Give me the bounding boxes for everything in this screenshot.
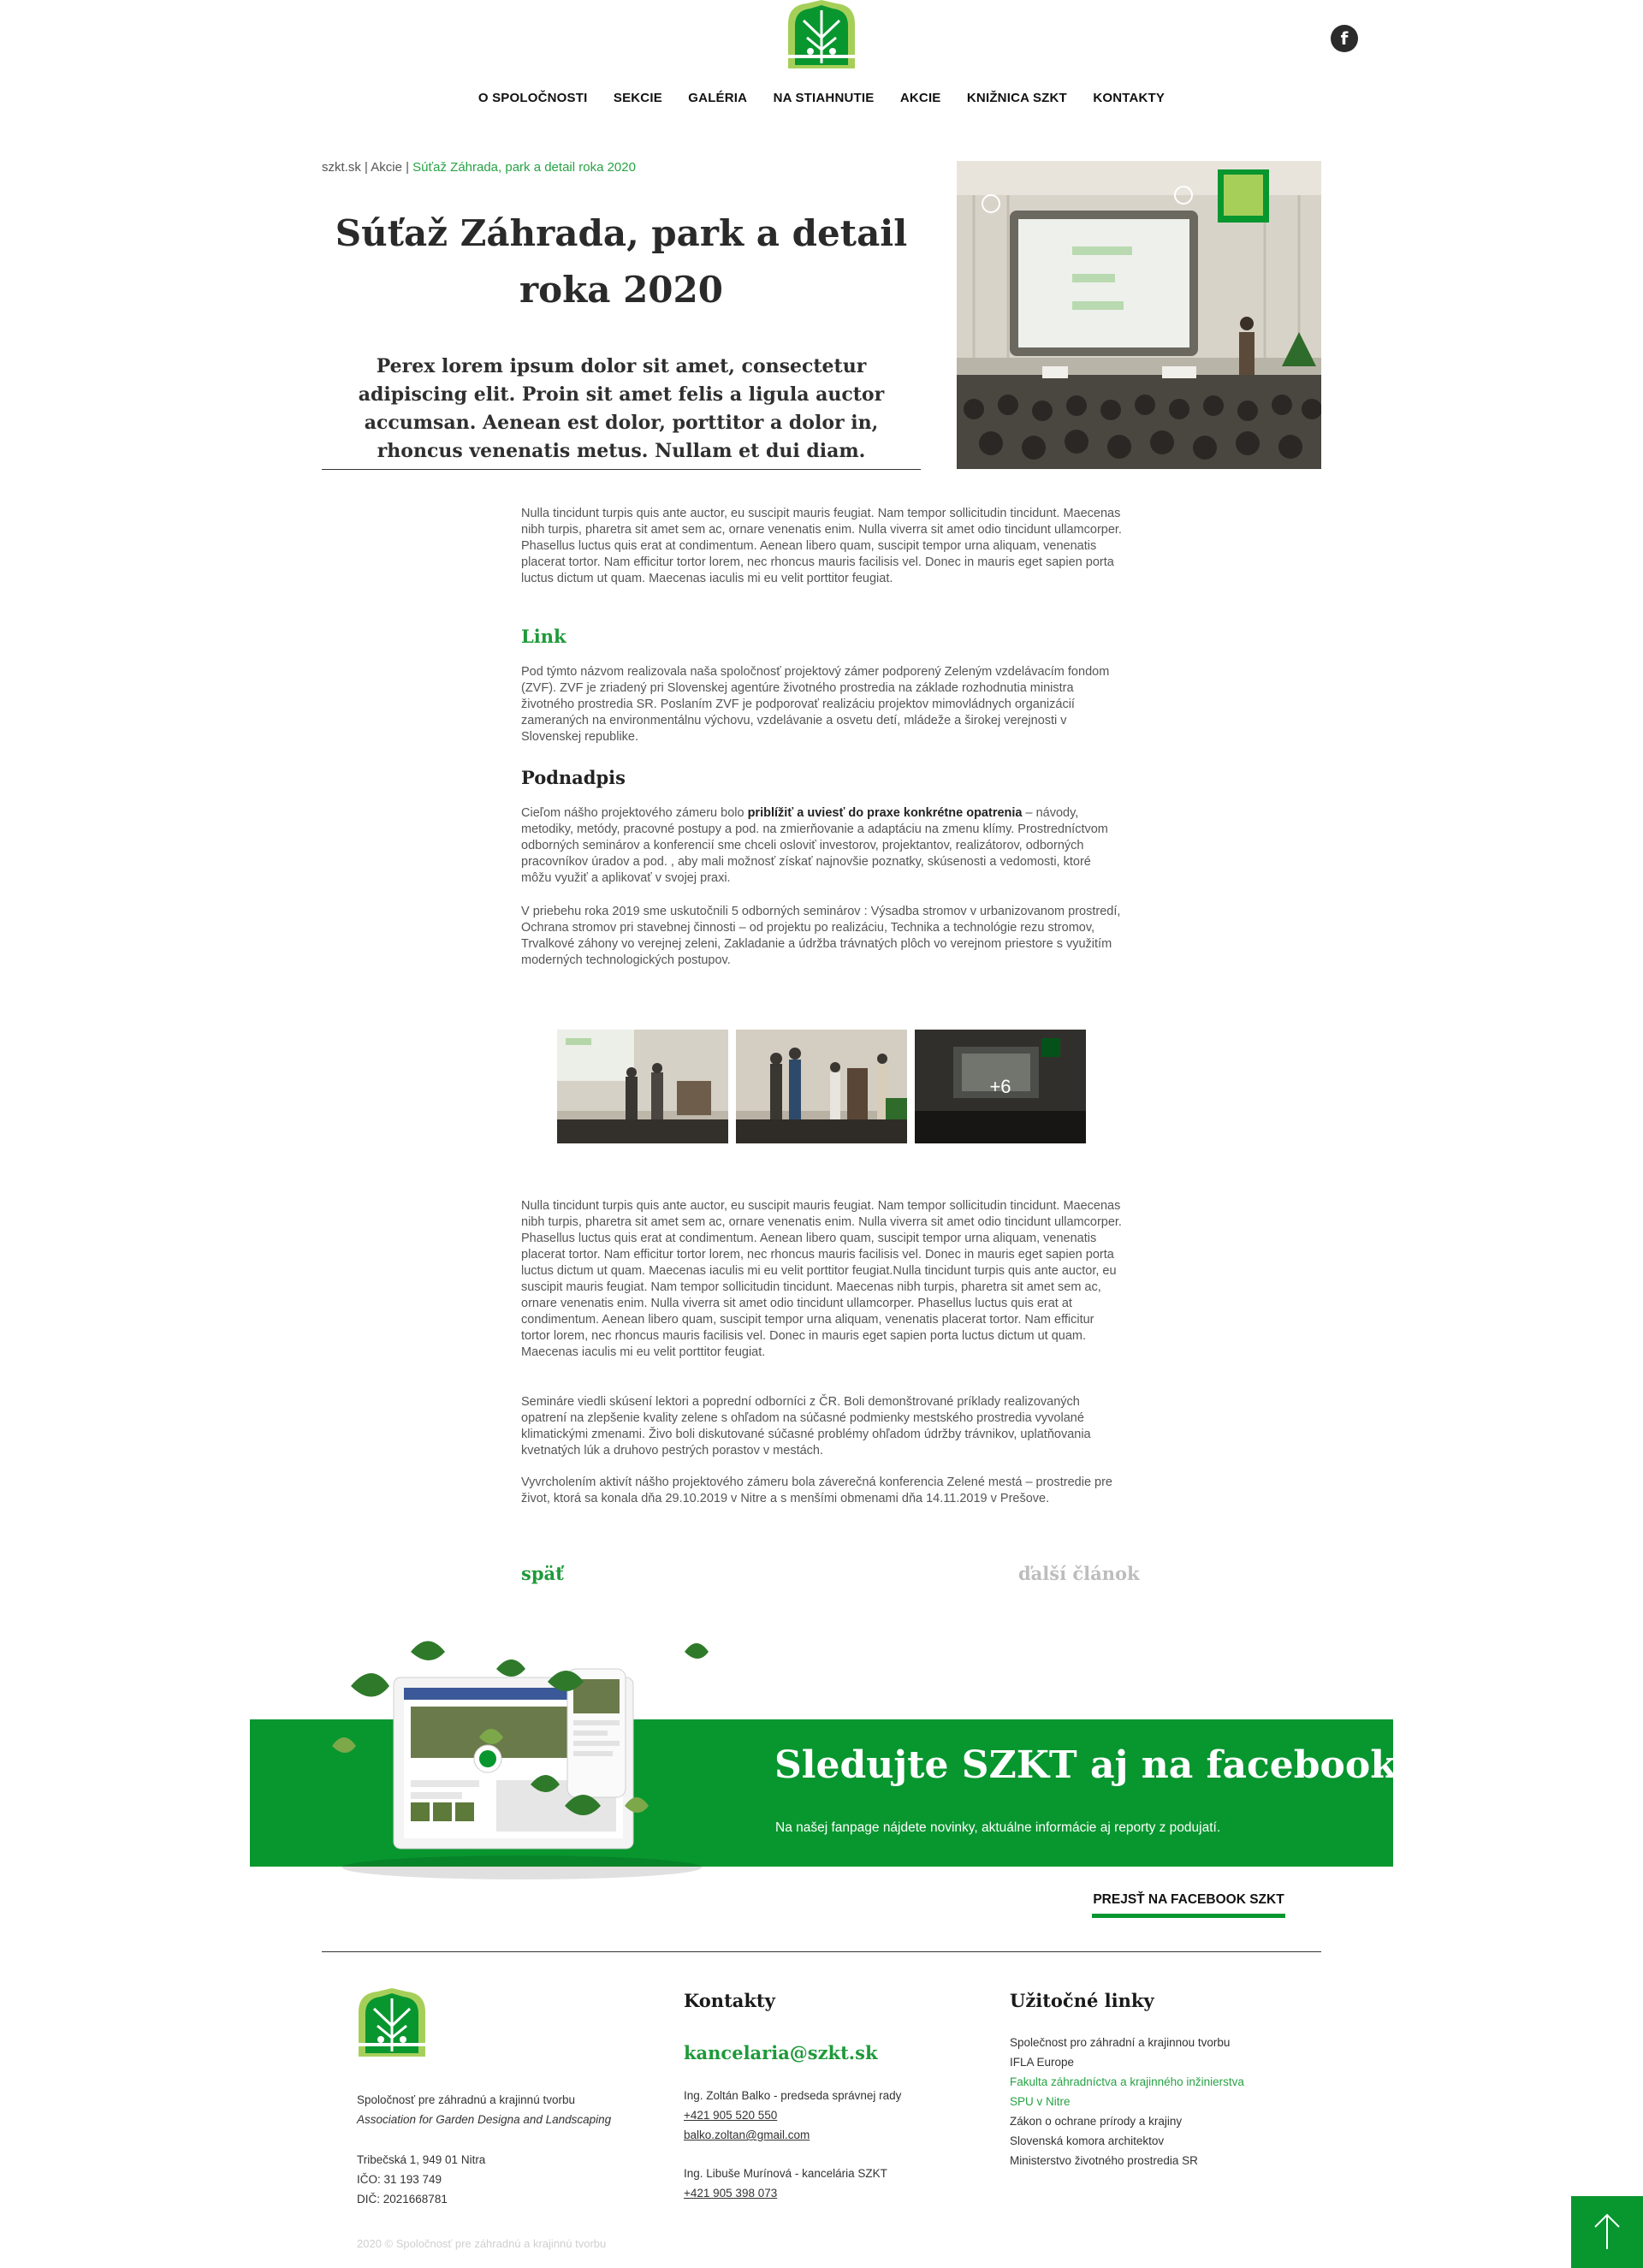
article-perex: Perex lorem ipsum dolor sit amet, consec…	[358, 355, 885, 462]
paragraph-text: Cieľom nášho projektového zámeru bolo	[521, 806, 748, 820]
footer-link[interactable]: Společnost pro záhradní a krajinnou tvor…	[1010, 2033, 1244, 2052]
divider	[322, 469, 921, 470]
copyright: 2020 © Spoločnosť pre záhradnú a krajinn…	[357, 2237, 607, 2250]
contact-name: Ing. Libuše Murínová - kancelária SZKT	[684, 2167, 887, 2180]
article-paragraph: Pod týmto názvom realizovala naša spoloč…	[521, 665, 1110, 744]
contact-name: Ing. Zoltán Balko - predseda správnej ra…	[684, 2089, 902, 2102]
divider	[322, 1951, 1321, 1952]
arrow-up-icon	[1594, 2213, 1620, 2249]
breadcrumb-separator: |	[360, 160, 371, 175]
article-link-heading[interactable]: Link	[521, 626, 566, 647]
hero-image	[957, 161, 1321, 469]
nav-item-galeria[interactable]: GALÉRIA	[688, 91, 747, 105]
footer-link[interactable]: Fakulta záhradníctva a krajinného inžini…	[1010, 2072, 1244, 2092]
address-line: Tribečská 1, 949 01 Nitra	[357, 2153, 486, 2166]
footer-links-list: Společnost pro záhradní a krajinnou tvor…	[1010, 2033, 1244, 2170]
nav-item-na-stiahnutie[interactable]: NA STIAHNUTIE	[774, 91, 875, 105]
company-name-en: Association for Garden Designa and Lands…	[357, 2113, 612, 2126]
page-title-line1: Súťaž Záhrada, park a detail	[335, 212, 908, 254]
ico-line: IČO: 31 193 749	[357, 2173, 442, 2186]
page-title: Súťaž Záhrada, park a detail roka 2020	[322, 205, 921, 318]
contact-phone-link[interactable]: +421 905 398 073	[684, 2183, 887, 2203]
nav-item-o-spolocnosti[interactable]: O SPOLOČNOSTI	[478, 91, 588, 105]
footer-company: Spoločnosť pre záhradnú a krajinnú tvorb…	[357, 2090, 611, 2129]
back-link[interactable]: späť	[521, 1563, 564, 1584]
article-paragraph: Nulla tincidunt turpis quis ante auctor,…	[521, 507, 1122, 585]
dic-line: DIČ: 2021668781	[357, 2193, 448, 2206]
paragraph-bold-text: priblížiť a uviesť do praxe konkrétne op…	[747, 806, 1023, 820]
breadcrumb-home[interactable]: szkt.sk	[322, 160, 361, 175]
nav-item-akcie[interactable]: AKCIE	[900, 91, 941, 105]
article-paragraph: Vyvrcholením aktivít nášho projektového …	[521, 1475, 1112, 1505]
facebook-banner-subtext: Na našej fanpage nájdete novinky, aktuál…	[775, 1820, 1221, 1835]
nav-item-sekcie[interactable]: SEKCIE	[614, 91, 662, 105]
company-name: Spoločnosť pre záhradnú a krajinnú tvorb…	[357, 2093, 575, 2106]
article-paragraph: Nulla tincidunt turpis quis ante auctor,…	[521, 1199, 1122, 1359]
article-paragraph: V priebehu roka 2019 sme uskutočnili 5 o…	[521, 905, 1121, 967]
gallery-more-count: +6	[915, 1030, 1086, 1143]
footer-email-link[interactable]: kancelaria@szkt.sk	[684, 2042, 878, 2063]
breadcrumb-section[interactable]: Akcie	[371, 160, 402, 175]
footer-link[interactable]: Zákon o ochrane prírody a krajiny	[1010, 2111, 1244, 2131]
footer-link[interactable]: Slovenská komora architektov	[1010, 2131, 1244, 2151]
gallery-more-thumbnail[interactable]: +6	[915, 1030, 1086, 1143]
article-paragraph: Cieľom nášho projektového zámeru bolo pr…	[521, 805, 1124, 887]
gallery-thumbnail[interactable]	[557, 1030, 728, 1143]
nav-item-kontakty[interactable]: KONTAKTY	[1093, 91, 1165, 105]
gallery-thumbnail[interactable]	[736, 1030, 907, 1143]
szkt-logo[interactable]	[786, 0, 857, 68]
main-nav: O SPOLOČNOSTI SEKCIE GALÉRIA NA STIAHNUT…	[0, 91, 1643, 105]
article-subheading: Podnadpis	[521, 767, 626, 788]
scroll-to-top-button[interactable]	[1571, 2196, 1643, 2268]
footer-address: Tribečská 1, 949 01 Nitra IČO: 31 193 74…	[357, 2150, 485, 2209]
breadcrumb-current: Súťaž Záhrada, park a detail roka 2020	[412, 160, 636, 175]
nav-item-kniznica[interactable]: KNIŽNICA SZKT	[967, 91, 1067, 105]
facebook-mockup-illustration	[332, 1641, 709, 1879]
footer-link[interactable]: Ministerstvo životného prostredia SR	[1010, 2151, 1244, 2170]
page-title-line2: roka 2020	[519, 269, 723, 311]
contact-email-link[interactable]: balko.zoltan@gmail.com	[684, 2125, 901, 2145]
footer-contact-person: Ing. Libuše Murínová - kancelária SZKT +…	[684, 2164, 887, 2203]
footer-link[interactable]: SPU v Nitre	[1010, 2092, 1244, 2111]
next-article-link[interactable]: ďalší článok	[1018, 1563, 1140, 1584]
footer-contacts-heading: Kontakty	[684, 1990, 775, 2011]
contact-phone-link[interactable]: +421 905 520 550	[684, 2105, 901, 2125]
breadcrumb-separator: |	[401, 160, 413, 175]
facebook-button[interactable]: PREJSŤ NA FACEBOOK SZKT	[1092, 1891, 1285, 1918]
article-paragraph: Semináre viedli skúsení lektori a popred…	[521, 1395, 1091, 1458]
facebook-banner-heading: Sledujte SZKT aj na facebooku	[774, 1743, 1424, 1787]
facebook-icon[interactable]: f	[1331, 25, 1358, 52]
footer-logo[interactable]	[357, 1987, 427, 2057]
footer-link[interactable]: IFLA Europe	[1010, 2052, 1244, 2072]
footer-contact-person: Ing. Zoltán Balko - predseda správnej ra…	[684, 2086, 901, 2145]
footer-links-heading: Užitočné linky	[1010, 1990, 1154, 2011]
breadcrumb: szkt.sk | Akcie | Súťaž Záhrada, park a …	[322, 160, 636, 175]
